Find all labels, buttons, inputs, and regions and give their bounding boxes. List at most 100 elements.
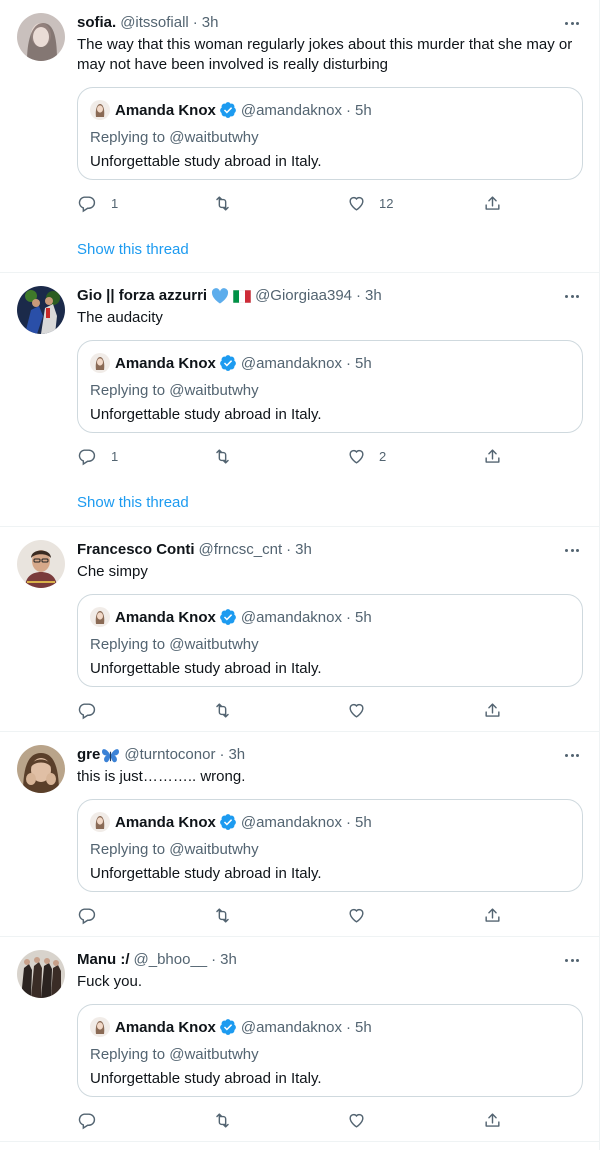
like-button[interactable]: 12 xyxy=(347,193,393,213)
quoted-tweet[interactable]: Amanda Knox @amandaknox · 5h Replying to… xyxy=(77,340,583,433)
reply-count: 1 xyxy=(111,195,119,211)
author-name[interactable]: sofia. xyxy=(77,13,116,33)
verified-badge-icon xyxy=(219,101,237,119)
reply-icon xyxy=(78,907,96,924)
like-count: 2 xyxy=(379,448,387,464)
butterfly-emoji xyxy=(101,747,120,764)
tweet[interactable]: sofia. @itssofiall · 3h The way that thi… xyxy=(0,0,600,273)
separator-dot: · xyxy=(219,746,225,763)
timestamp[interactable]: 3h xyxy=(220,950,237,970)
heart-icon xyxy=(349,703,364,718)
replying-to: Replying to @waitbutwhy xyxy=(90,382,259,399)
retweet-button[interactable] xyxy=(213,446,232,466)
quoted-tweet[interactable]: Amanda Knox @amandaknox · 5h Replying to… xyxy=(77,799,583,892)
quoted-text: Unforgettable study abroad in Italy. xyxy=(90,153,322,170)
reply-button[interactable]: 1 xyxy=(77,446,118,466)
timestamp[interactable]: 3h xyxy=(365,286,382,306)
author-name[interactable]: gre xyxy=(77,745,100,765)
tweet[interactable]: Francesco Conti @frncsc_cnt · 3h Che sim… xyxy=(0,527,600,732)
share-button[interactable] xyxy=(483,1110,502,1130)
more-icon[interactable] xyxy=(562,540,582,560)
quoted-author-handle: @amandaknox xyxy=(240,608,342,626)
share-button[interactable] xyxy=(483,446,502,466)
quoted-text: Unforgettable study abroad in Italy. xyxy=(90,865,322,882)
more-icon[interactable] xyxy=(562,286,582,306)
blue-heart-emoji xyxy=(211,288,229,304)
quoted-author-name: Amanda Knox xyxy=(115,1018,216,1036)
action-bar xyxy=(77,700,507,720)
more-icon[interactable] xyxy=(562,13,582,33)
quoted-author-name: Amanda Knox xyxy=(115,608,216,626)
verified-badge-icon xyxy=(219,1018,237,1036)
avatar[interactable] xyxy=(17,950,65,998)
heart-icon xyxy=(349,1113,364,1128)
quoted-avatar xyxy=(90,812,110,832)
avatar[interactable] xyxy=(17,745,65,793)
show-thread-link[interactable]: Show this thread xyxy=(77,241,189,258)
quoted-author-handle: @amandaknox xyxy=(240,101,342,119)
tweet-text: Che simpy xyxy=(77,563,148,580)
quoted-tweet[interactable]: Amanda Knox @amandaknox · 5h Replying to… xyxy=(77,594,583,687)
retweet-icon xyxy=(216,1112,229,1128)
timestamp[interactable]: 3h xyxy=(295,540,312,560)
reply-button[interactable] xyxy=(77,905,96,925)
author-handle[interactable]: @frncsc_cnt xyxy=(199,540,283,560)
tweet-text: The way that this woman regularly jokes … xyxy=(77,36,573,73)
like-button[interactable] xyxy=(347,1110,366,1130)
reply-count: 1 xyxy=(111,448,119,464)
tweet-text: Fuck you. xyxy=(77,973,143,990)
share-button[interactable] xyxy=(483,905,502,925)
quoted-text: Unforgettable study abroad in Italy. xyxy=(90,1070,322,1087)
verified-badge-icon xyxy=(219,813,237,831)
quoted-tweet[interactable]: Amanda Knox @amandaknox · 5h Replying to… xyxy=(77,1004,583,1097)
action-bar: 1 12 xyxy=(77,193,507,213)
reply-button[interactable]: 1 xyxy=(77,193,118,213)
avatar[interactable] xyxy=(17,286,65,334)
retweet-button[interactable] xyxy=(213,1110,232,1130)
quoted-author-handle: @amandaknox xyxy=(240,813,342,831)
reply-icon xyxy=(78,702,96,719)
timestamp[interactable]: 3h xyxy=(202,13,219,33)
author-name[interactable]: Francesco Conti xyxy=(77,540,195,560)
show-thread-link[interactable]: Show this thread xyxy=(77,494,189,511)
more-icon[interactable] xyxy=(562,745,582,765)
avatar[interactable] xyxy=(17,540,65,588)
author-handle[interactable]: @_bhoo__ xyxy=(134,950,208,970)
timeline-feed: sofia. @itssofiall · 3h The way that thi… xyxy=(0,0,600,1150)
reply-button[interactable] xyxy=(77,1110,96,1130)
retweet-button[interactable] xyxy=(213,905,232,925)
like-button[interactable] xyxy=(347,700,366,720)
retweet-button[interactable] xyxy=(213,700,232,720)
author-name[interactable]: Gio || forza azzurri xyxy=(77,286,207,306)
separator-dot: · xyxy=(356,287,362,304)
share-button[interactable] xyxy=(483,193,502,213)
replying-to: Replying to @waitbutwhy xyxy=(90,1046,259,1063)
like-button[interactable]: 2 xyxy=(347,446,386,466)
like-button[interactable] xyxy=(347,905,366,925)
share-icon xyxy=(485,1112,500,1127)
tweet[interactable]: Gio || forza azzurri @Giorgiaa394 · 3h T… xyxy=(0,273,600,527)
retweet-icon xyxy=(216,195,229,211)
more-icon[interactable] xyxy=(562,950,582,970)
tweet[interactable]: Manu :/ @_bhoo__ · 3h Fuck you. Amanda K… xyxy=(0,937,600,1142)
author-handle[interactable]: @itssofiall xyxy=(120,13,189,33)
replying-to: Replying to @waitbutwhy xyxy=(90,841,259,858)
reply-button[interactable] xyxy=(77,700,96,720)
tweet[interactable]: gre @turntoconor · 3h this is just……….. … xyxy=(0,732,600,937)
quoted-tweet[interactable]: Amanda Knox @amandaknox · 5h Replying to… xyxy=(77,87,583,180)
share-button[interactable] xyxy=(483,700,502,720)
quoted-text: Unforgettable study abroad in Italy. xyxy=(90,406,322,423)
author-name[interactable]: Manu :/ xyxy=(77,950,130,970)
timestamp[interactable]: 3h xyxy=(228,745,245,765)
verified-badge-icon xyxy=(219,608,237,626)
quoted-avatar xyxy=(90,100,110,120)
replying-to: Replying to @waitbutwhy xyxy=(90,129,259,146)
separator-dot: · xyxy=(345,813,351,831)
tweet-text: The audacity xyxy=(77,309,163,326)
quoted-timestamp: 5h xyxy=(354,608,372,626)
separator-dot: · xyxy=(286,541,292,558)
retweet-button[interactable] xyxy=(213,193,232,213)
author-handle[interactable]: @Giorgiaa394 xyxy=(255,286,352,306)
author-handle[interactable]: @turntoconor xyxy=(124,745,215,765)
avatar[interactable] xyxy=(17,13,65,61)
